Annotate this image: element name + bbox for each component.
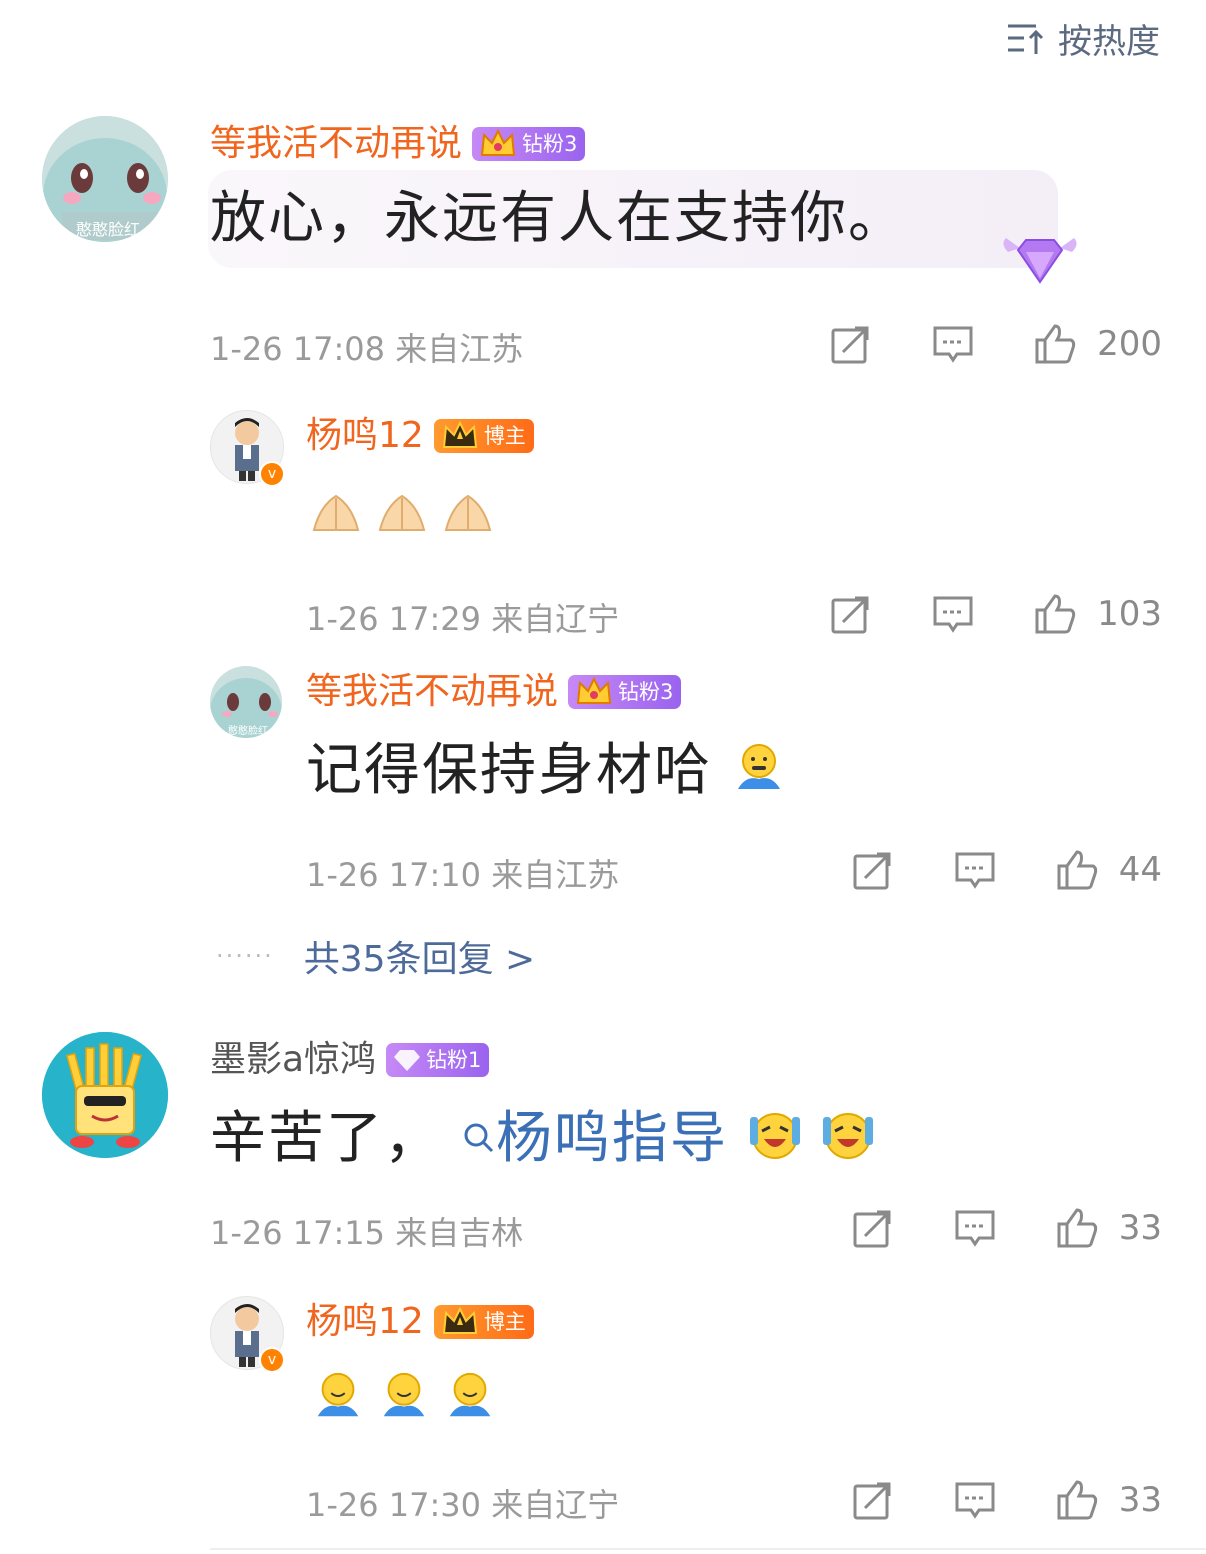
pray-emoji-icon xyxy=(378,494,426,531)
more-replies-link[interactable]: 共35条回复 > xyxy=(304,930,535,982)
topic-link[interactable]: 杨鸣指导 xyxy=(462,1106,728,1171)
search-icon xyxy=(464,1123,493,1153)
fan-badge: 钻粉1 xyxy=(386,1043,490,1077)
fries-avatar-icon xyxy=(42,1032,168,1158)
share-icon xyxy=(831,326,869,364)
avatar-caption: 憨憨脸红 xyxy=(228,726,268,737)
reply-username[interactable]: 等我活不动再说 钻粉3 xyxy=(306,670,682,714)
reply-button[interactable] xyxy=(953,848,997,892)
like-button[interactable]: 103 xyxy=(1033,592,1162,636)
ellipsis-icon: ······ xyxy=(216,942,274,970)
blogger-badge: 博主 xyxy=(433,419,534,453)
laugh-cry-emoji-icon xyxy=(749,1113,800,1159)
share-button[interactable] xyxy=(851,1478,895,1522)
pray-emoji-icon xyxy=(444,494,492,531)
comment-icon xyxy=(955,1210,995,1247)
like-count: 33 xyxy=(1118,1208,1162,1248)
reply-button[interactable] xyxy=(953,1478,997,1522)
fan-badge: 钻粉3 xyxy=(568,675,682,709)
blogger-badge: 博主 xyxy=(433,1305,534,1339)
comment-icon xyxy=(955,852,995,889)
emoji-row xyxy=(312,1370,496,1422)
thumbs-up-icon xyxy=(1057,1208,1097,1248)
reply-button[interactable] xyxy=(931,322,975,366)
hug-emoji-icon xyxy=(383,1372,425,1417)
comment-icon xyxy=(933,326,973,363)
reply-actions: 33 xyxy=(851,1478,1162,1522)
reply-meta: 1-26 17:30 来自辽宁 xyxy=(306,1486,620,1524)
more-replies: ······ 共35条回复 > xyxy=(216,930,535,982)
reply-actions: 44 xyxy=(851,848,1162,892)
sort-by-hot-button[interactable]: 按热度 xyxy=(1006,14,1160,63)
thumbs-up-icon xyxy=(1035,594,1076,634)
share-button[interactable] xyxy=(829,592,873,636)
share-button[interactable] xyxy=(851,1206,895,1250)
like-button[interactable]: 33 xyxy=(1055,1478,1162,1522)
pray-emoji-icon xyxy=(312,494,360,531)
like-count: 44 xyxy=(1118,850,1162,890)
sort-icon xyxy=(1008,24,1044,54)
comment-actions: 200 xyxy=(829,322,1162,366)
comment-text: 放心，永远有人在支持你。 xyxy=(210,186,906,251)
reply-button[interactable] xyxy=(931,592,975,636)
like-count: 200 xyxy=(1097,324,1162,364)
share-icon xyxy=(853,1210,891,1248)
thumbs-up-icon xyxy=(1057,1480,1097,1520)
emoji-row xyxy=(310,486,494,538)
crown-icon xyxy=(480,128,516,156)
share-icon xyxy=(831,596,869,634)
thumbs-up-icon xyxy=(1057,850,1097,890)
like-count: 103 xyxy=(1097,594,1162,634)
comment-actions: 33 xyxy=(851,1206,1162,1250)
avatar[interactable]: 憨憨脸红 xyxy=(210,666,282,738)
comment-icon xyxy=(933,596,973,633)
hug-emoji-icon xyxy=(449,1372,491,1417)
share-icon xyxy=(853,1482,891,1520)
like-button[interactable]: 33 xyxy=(1055,1206,1162,1250)
verified-badge-icon: v xyxy=(259,461,285,487)
comment-meta: 1-26 17:08 来自江苏 xyxy=(210,330,524,368)
like-button[interactable]: 200 xyxy=(1033,322,1162,366)
comment-meta: 1-26 17:15 来自吉林 xyxy=(210,1214,524,1252)
reply-actions: 103 xyxy=(829,592,1162,636)
reply-username[interactable]: 杨鸣12 博主 xyxy=(306,414,534,458)
comment-username[interactable]: 等我活不动再说 钻粉3 xyxy=(210,122,586,166)
divider xyxy=(210,1548,1206,1550)
verified-badge-icon: v xyxy=(259,1347,285,1373)
reply-meta: 1-26 17:29 来自辽宁 xyxy=(306,600,620,638)
comment-text: 辛苦了， 杨鸣指导 xyxy=(210,1104,875,1174)
like-count: 33 xyxy=(1118,1480,1162,1520)
diamond-icon xyxy=(394,1050,421,1071)
crown-icon xyxy=(442,420,477,448)
comment-icon xyxy=(955,1482,995,1519)
reply-text: 记得保持身材哈 xyxy=(306,736,786,806)
thumbs-up-icon xyxy=(1035,324,1076,364)
comment-username[interactable]: 墨影a惊鸿 钻粉1 xyxy=(210,1038,490,1082)
like-button[interactable]: 44 xyxy=(1055,848,1162,892)
diamond-decoration-icon xyxy=(1003,238,1077,284)
share-icon xyxy=(853,852,891,890)
crown-icon xyxy=(442,1306,477,1334)
crown-icon xyxy=(576,676,612,704)
avatar[interactable] xyxy=(42,1032,168,1158)
hug-emoji-icon xyxy=(737,744,780,789)
fan-badge: 钻粉3 xyxy=(472,127,586,161)
avatar-caption: 憨憨脸红 xyxy=(76,220,141,239)
laugh-cry-emoji-icon xyxy=(823,1113,874,1159)
reply-button[interactable] xyxy=(953,1206,997,1250)
reply-meta: 1-26 17:10 来自江苏 xyxy=(306,856,620,894)
avatar[interactable]: 憨憨脸红 xyxy=(42,116,168,242)
share-button[interactable] xyxy=(851,848,895,892)
hug-emoji-icon xyxy=(317,1372,359,1417)
share-button[interactable] xyxy=(829,322,873,366)
sort-label: 按热度 xyxy=(1058,22,1160,62)
reply-username[interactable]: 杨鸣12 博主 xyxy=(306,1300,534,1344)
